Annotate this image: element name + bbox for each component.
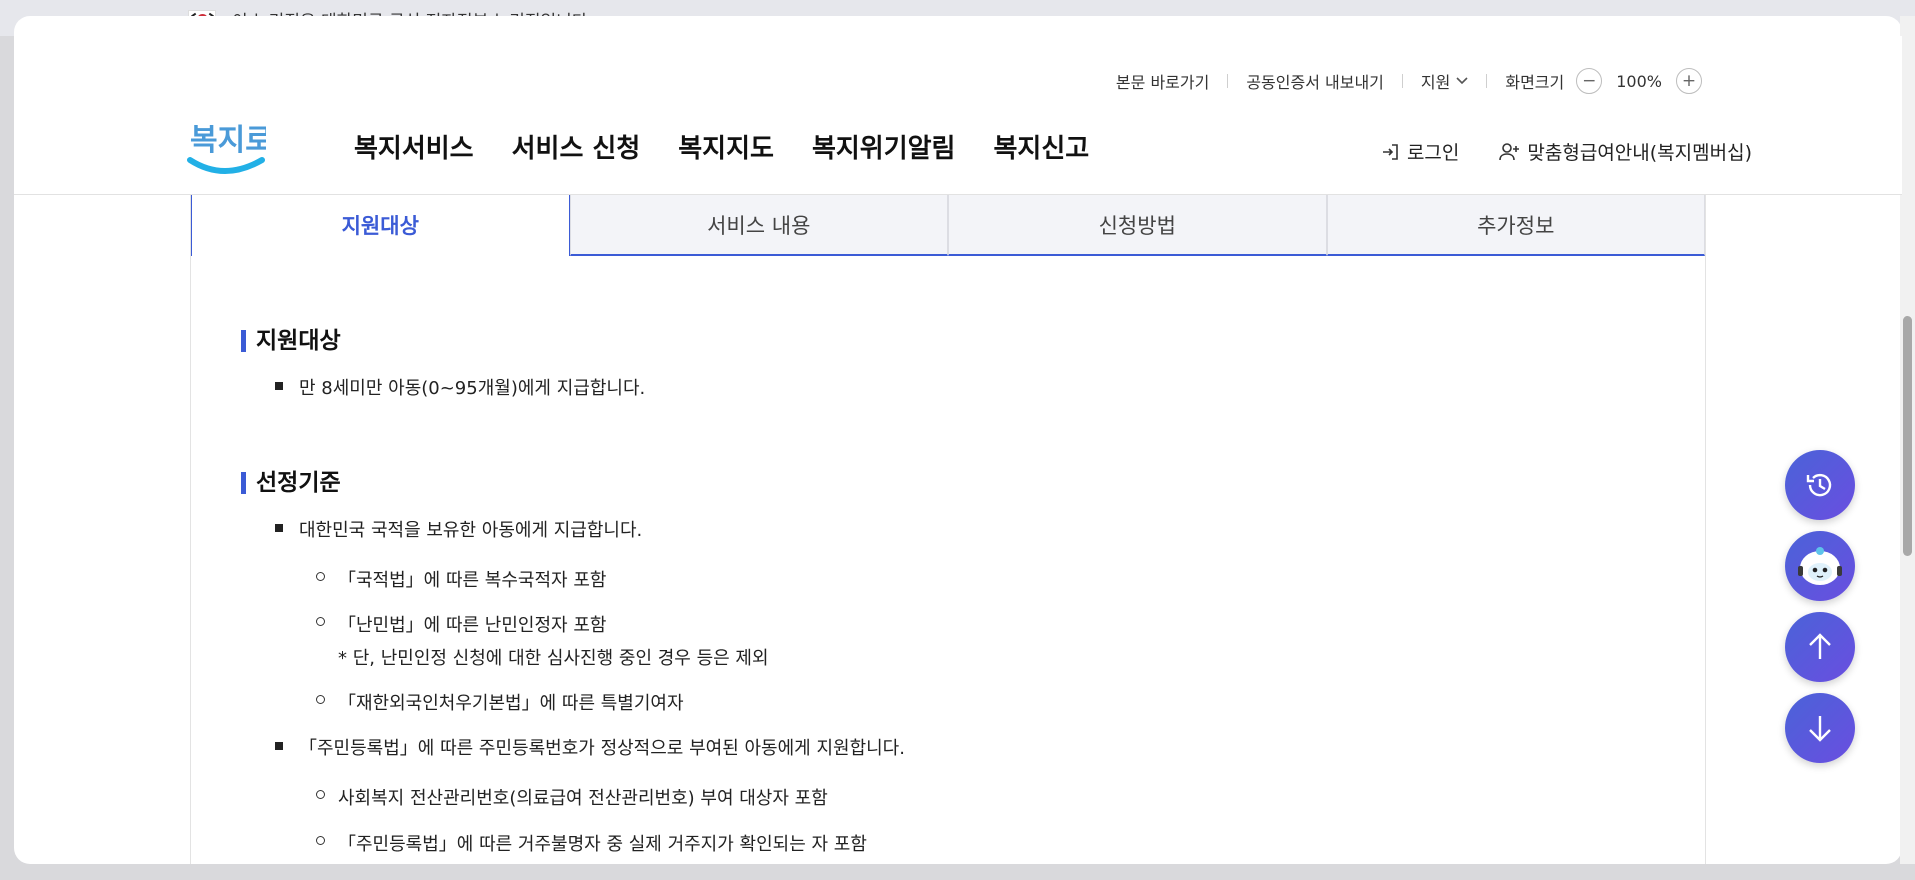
- sub-list-item: 「난민법」에 따른 난민인정자 포함: [315, 611, 606, 637]
- membership-label: 맞춤형급여안내(복지멤버십): [1527, 142, 1752, 164]
- sub-list-item: 「국적법」에 따른 복수국적자 포함: [315, 566, 606, 592]
- tab-how-to-apply[interactable]: 신청방법: [948, 194, 1327, 256]
- nav-service-apply[interactable]: 서비스 신청: [512, 128, 641, 165]
- zoom-in-button[interactable]: +: [1676, 68, 1702, 94]
- logo-image: 복지로: [187, 123, 273, 174]
- tab-additional-info[interactable]: 추가정보: [1326, 194, 1705, 256]
- site-logo[interactable]: 복지로: [186, 112, 273, 182]
- sub-list-item: 「주민등록법」에 따른 거주불명자 중 실제 거주지가 확인되는 자 포함: [316, 830, 867, 856]
- history-icon: [1806, 473, 1832, 497]
- member-menu: 로그인 맞춤형급여안내(복지멤버십): [1381, 138, 1752, 165]
- section-title-criteria: 선정기준: [241, 472, 341, 495]
- nav-welfare-report[interactable]: 복지신고: [993, 128, 1089, 165]
- site-header: 본문 바로가기 공동인증서 내보내기 지원 화면크기 − 100% + 복지로 …: [14, 36, 1902, 195]
- tab-service-content[interactable]: 서비스 내용: [569, 194, 948, 256]
- divider: [1401, 74, 1403, 88]
- nav-welfare-map[interactable]: 복지지도: [678, 128, 774, 165]
- divider: [1227, 74, 1229, 88]
- page: 본문 바로가기 공동인증서 내보내기 지원 화면크기 − 100% + 복지로 …: [14, 16, 1902, 864]
- list-item: 대한민국 국적을 보유한 아동에게 지급합니다.: [274, 516, 642, 542]
- scrollbar-thumb[interactable]: [1903, 316, 1912, 556]
- tab-bar: 지원대상 서비스 내용 신청방법 추가정보: [191, 194, 1705, 256]
- chatbot-icon: [1798, 547, 1842, 585]
- content-area: 지원대상 서비스 내용 신청방법 추가정보 지원대상 만 8세미만 아동(0~9…: [190, 194, 1706, 864]
- divider: [1486, 74, 1488, 88]
- chevron-down-icon: [1456, 77, 1468, 85]
- scroll-bottom-button[interactable]: [1785, 693, 1855, 763]
- sub-list-item: 사회복지 전산관리번호(의료급여 전산관리번호) 부여 대상자 포함: [316, 784, 828, 810]
- arrow-up-icon: [1809, 633, 1831, 659]
- zoom-value: 100%: [1616, 71, 1662, 91]
- chatbot-button[interactable]: [1785, 531, 1855, 601]
- support-dropdown[interactable]: 지원: [1421, 69, 1468, 93]
- skip-to-content-link[interactable]: 본문 바로가기: [1116, 69, 1209, 93]
- nav-crisis-alert[interactable]: 복지위기알림: [812, 128, 956, 165]
- login-button[interactable]: 로그인: [1381, 138, 1459, 165]
- sub-list-item: 「재한외국인처우기본법」에 따른 특별기여자: [316, 689, 684, 715]
- login-label: 로그인: [1406, 142, 1460, 164]
- section-title-target: 지원대상: [241, 330, 341, 353]
- list-item: 「주민등록법」에 따른 주민등록번호가 정상적으로 부여된 아동에게 지원합니다…: [275, 734, 905, 760]
- support-label: 지원: [1420, 73, 1451, 92]
- user-add-icon: [1499, 142, 1520, 160]
- note-text: * 단, 난민인정 신청에 대한 심사진행 중인 경우 등은 제외: [338, 648, 769, 669]
- logo-text: 복지로: [190, 123, 266, 158]
- minus-icon: −: [1582, 71, 1597, 91]
- main-navigation: 복지서비스 서비스 신청 복지지도 복지위기알림 복지신고: [354, 128, 1089, 165]
- cert-export-link[interactable]: 공동인증서 내보내기: [1246, 69, 1384, 93]
- plus-icon: +: [1681, 71, 1697, 91]
- scroll-top-button[interactable]: [1785, 612, 1855, 682]
- list-item: 만 8세미만 아동(0~95개월)에게 지급합니다.: [274, 374, 645, 400]
- tab-target[interactable]: 지원대상: [191, 194, 570, 256]
- nav-welfare-service[interactable]: 복지서비스: [354, 128, 474, 165]
- zoom-out-button[interactable]: −: [1576, 68, 1603, 94]
- utility-menu: 본문 바로가기 공동인증서 내보내기 지원 화면크기 − 100% +: [1116, 68, 1702, 94]
- membership-button[interactable]: 맞춤형급여안내(복지멤버십): [1499, 138, 1752, 165]
- login-icon: [1382, 143, 1398, 160]
- screen-size-label: 화면크기: [1505, 73, 1565, 92]
- arrow-down-icon: [1809, 716, 1831, 742]
- recent-history-button[interactable]: [1785, 450, 1855, 520]
